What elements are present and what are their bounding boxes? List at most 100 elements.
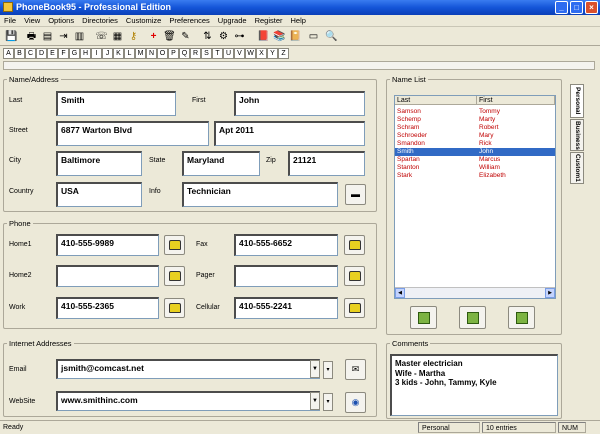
alpha-button-h[interactable]: H [80,48,91,59]
last-name-field[interactable]: Smith [56,91,176,116]
maximize-button[interactable]: □ [570,1,583,14]
link-icon[interactable]: ⊶ [232,29,247,44]
comments-textarea[interactable]: Master electrician Wife - Martha 3 kids … [390,354,558,416]
alpha-button-e[interactable]: E [47,48,58,59]
cellular-field[interactable]: 410-555-2241 [234,297,338,319]
alpha-button-l[interactable]: L [124,48,135,59]
column-header-last[interactable]: Last [395,96,477,105]
list-edit-button[interactable] [459,306,486,329]
scroll-left-arrow[interactable]: ◀ [395,288,405,298]
alpha-button-b[interactable]: B [14,48,25,59]
phone-dial-icon[interactable]: ☏ [94,29,109,44]
dial-fax-button[interactable] [344,235,365,255]
tab-business[interactable]: Business [570,119,584,151]
books-icon[interactable]: 📚 [272,29,287,44]
street-field[interactable]: 6877 Warton Blvd [56,121,209,146]
alpha-button-w[interactable]: W [245,48,256,59]
import-icon[interactable]: ⇥ [56,29,71,44]
menu-preferences[interactable]: Preferences [165,15,213,27]
info-lookup-button[interactable]: ▬ [345,184,366,205]
dial-home2-button[interactable] [164,266,185,286]
work-field[interactable]: 410-555-2365 [56,297,159,319]
alphabet-scroll-strip[interactable] [3,61,595,70]
edit-entry-icon[interactable]: ✎ [178,29,193,44]
app-icon[interactable] [3,2,13,12]
menu-options[interactable]: Options [44,15,78,27]
sort-icon[interactable]: ⇅ [200,29,215,44]
list-row[interactable]: Schroeder Mary [395,132,555,140]
list-add-button[interactable] [410,306,437,329]
alpha-button-p[interactable]: P [168,48,179,59]
print-icon[interactable]: 🖶 [24,29,39,44]
close-button[interactable]: × [585,1,598,14]
alpha-button-r[interactable]: R [190,48,201,59]
country-field[interactable]: USA [56,182,142,207]
alpha-button-s[interactable]: S [201,48,212,59]
tab-personal[interactable]: Personal [570,84,584,118]
list-row[interactable]: Schram Robert [395,124,555,132]
window-icon[interactable]: ▭ [306,29,321,44]
list-row[interactable]: Samson Tommy [395,108,555,116]
dial-home1-button[interactable] [164,235,185,255]
alpha-button-j[interactable]: J [102,48,113,59]
address-book-icon[interactable]: 📕 [256,29,271,44]
alpha-button-c[interactable]: C [25,48,36,59]
list-row[interactable]: Stark Elizabeth [395,172,555,180]
alpha-button-m[interactable]: M [135,48,146,59]
print-list-icon[interactable]: ▤ [40,29,55,44]
list-row[interactable]: Schemp Marty [395,116,555,124]
open-website-button[interactable]: ◉ [345,392,366,413]
menu-view[interactable]: View [20,15,44,27]
search-icon[interactable]: 🔍 [324,29,339,44]
alpha-button-d[interactable]: D [36,48,47,59]
alpha-button-k[interactable]: K [113,48,124,59]
email-dropdown-arrow[interactable]: ▼ [310,360,320,378]
dial-work-button[interactable] [164,298,185,318]
alpha-button-x[interactable]: X [256,48,267,59]
menu-upgrade[interactable]: Upgrade [214,15,251,27]
alpha-button-u[interactable]: U [223,48,234,59]
list-row[interactable]: Smandon Rick [395,140,555,148]
list-row[interactable]: Stanton William [395,164,555,172]
fax-field[interactable]: 410-555-6652 [234,234,338,256]
alpha-button-y[interactable]: Y [267,48,278,59]
alpha-button-i[interactable]: I [91,48,102,59]
alpha-button-v[interactable]: V [234,48,245,59]
alpha-button-f[interactable]: F [58,48,69,59]
alpha-button-z[interactable]: Z [278,48,289,59]
website-more-button[interactable]: ▾ [323,393,333,411]
list-row[interactable]: Smith John [395,148,555,156]
save-icon[interactable]: 💾 [4,29,19,44]
alpha-button-q[interactable]: Q [179,48,190,59]
menu-help[interactable]: Help [287,15,310,27]
menu-register[interactable]: Register [251,15,287,27]
minimize-button[interactable]: _ [555,1,568,14]
state-field[interactable]: Maryland [182,151,260,176]
alpha-button-n[interactable]: N [146,48,157,59]
horizontal-scrollbar[interactable]: ◀ ▶ [395,287,555,298]
name-list[interactable]: Last First Samson Tommy Schemp Marty Schram R… [394,95,556,299]
calendar-icon[interactable]: ▦ [110,29,125,44]
alpha-button-t[interactable]: T [212,48,223,59]
email-field[interactable]: jsmith@comcast.net [56,359,320,379]
alpha-button-o[interactable]: O [157,48,168,59]
alpha-button-a[interactable]: A [3,48,14,59]
alpha-button-g[interactable]: G [69,48,80,59]
column-header-first[interactable]: First [477,96,555,105]
dial-pager-button[interactable] [344,266,365,286]
city-field[interactable]: Baltimore [56,151,142,176]
tab-custom1[interactable]: Custom1 [570,152,584,184]
list-check-button[interactable] [508,306,535,329]
delete-entry-icon[interactable]: 🗑 [162,29,177,44]
email-more-button[interactable]: ▾ [323,361,333,379]
list-row[interactable]: Spartan Marcus [395,156,555,164]
home2-field[interactable] [56,265,159,287]
menu-directories[interactable]: Directories [78,15,122,27]
website-field[interactable]: www.smithinc.com [56,391,320,411]
network-icon[interactable]: ⚙ [216,29,231,44]
export-icon[interactable]: ▥ [72,29,87,44]
dial-cellular-button[interactable] [344,298,365,318]
menu-customize[interactable]: Customize [122,15,165,27]
key-icon[interactable]: ⚷ [126,29,141,44]
info-field[interactable]: Technician [182,182,338,207]
